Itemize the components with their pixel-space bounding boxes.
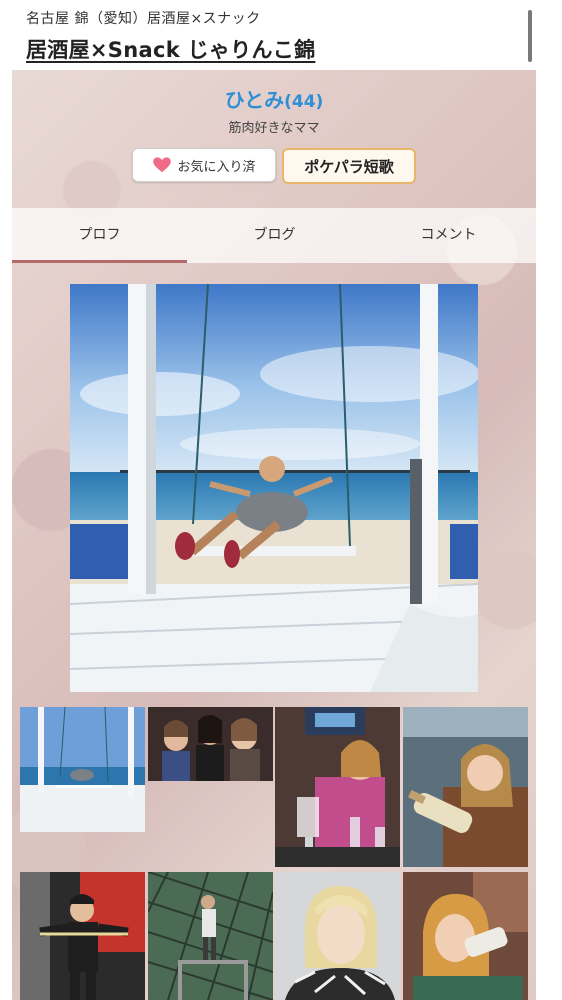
thumbnail-selfie[interactable] bbox=[275, 872, 400, 1000]
tab-comment[interactable]: コメント bbox=[361, 208, 536, 260]
profile-panel: ひとみ(44) 筋肉好きなママ お気に入り済 ポケパラ短歌 プロフ ブログ コメ… bbox=[12, 70, 536, 1000]
main-photo[interactable] bbox=[70, 284, 478, 692]
cast-age: (44) bbox=[284, 92, 324, 112]
thumbnail-batting-cage[interactable] bbox=[148, 872, 273, 1000]
scrollbar-thumb[interactable] bbox=[528, 10, 532, 62]
shop-name-link[interactable]: 居酒屋×Snack じゃりんこ錦 bbox=[26, 34, 315, 64]
tab-comment-label: コメント bbox=[420, 227, 477, 243]
cast-name-text: ひとみ bbox=[224, 88, 285, 112]
thumbnail-group-photo[interactable] bbox=[148, 707, 273, 781]
thumbnail-toast-drink[interactable] bbox=[275, 707, 400, 867]
heart-icon bbox=[153, 157, 172, 173]
cast-name: ひとみ(44) bbox=[12, 84, 536, 113]
profile-tab-bar: プロフ ブログ コメント bbox=[12, 208, 536, 263]
favorite-button[interactable]: お気に入り済 bbox=[132, 148, 276, 182]
thumbnail-bottle-smile[interactable] bbox=[403, 707, 528, 867]
thumbnail-beach-swing[interactable] bbox=[20, 707, 145, 832]
tanka-button[interactable]: ポケパラ短歌 bbox=[282, 148, 416, 184]
page-header: 名古屋 錦（愛知）居酒屋×スナック 居酒屋×Snack じゃりんこ錦 bbox=[0, 0, 562, 70]
tanka-button-label: ポケパラ短歌 bbox=[304, 157, 394, 176]
tab-blog-label: ブログ bbox=[253, 227, 296, 243]
tab-blog[interactable]: ブログ bbox=[187, 208, 362, 260]
active-tab-indicator bbox=[12, 260, 187, 263]
favorite-button-label: お気に入り済 bbox=[177, 159, 256, 175]
cast-catch-copy: 筋肉好きなママ bbox=[228, 121, 320, 136]
tab-profile-label: プロフ bbox=[78, 227, 121, 243]
tab-profile[interactable]: プロフ bbox=[12, 208, 187, 260]
thumbnail-gym-pose[interactable] bbox=[20, 872, 145, 1000]
area-breadcrumb[interactable]: 名古屋 錦（愛知）居酒屋×スナック bbox=[26, 8, 261, 28]
thumbnail-bottle-kiss[interactable] bbox=[403, 872, 528, 1000]
